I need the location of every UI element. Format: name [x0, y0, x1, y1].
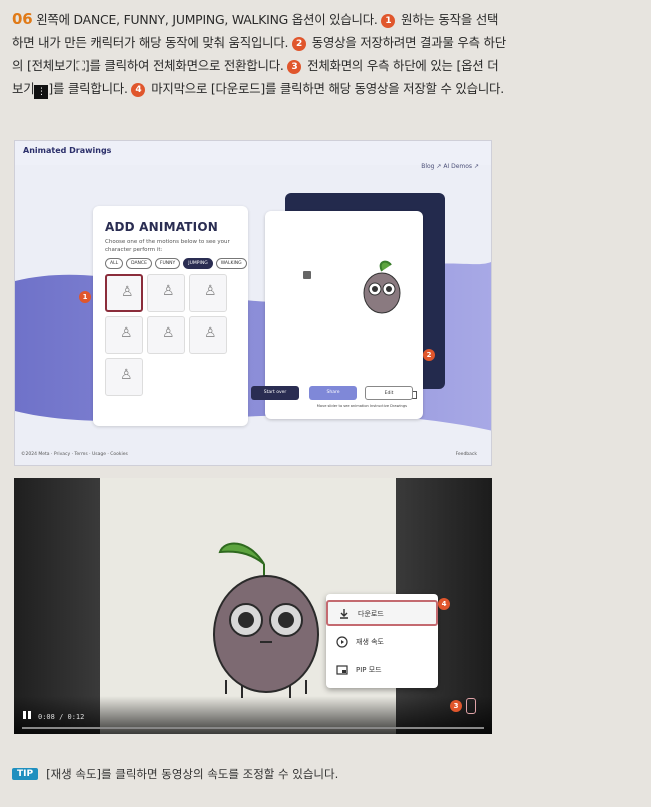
character-drawing: [363, 260, 401, 314]
tip-text: [재생 속도]를 클릭하면 동영상의 속도를 조정할 수 있습니다.: [46, 767, 339, 781]
motion-tile[interactable]: ♙: [189, 274, 227, 312]
motion-tile[interactable]: ♙: [105, 358, 143, 396]
callout-badge-3: 3: [450, 700, 462, 712]
callout-2: 2: [292, 37, 307, 51]
step-number: 06: [12, 10, 33, 28]
menu-item-pip[interactable]: PIP 모드: [326, 658, 438, 684]
card-subtitle: Choose one of the motions below to see y…: [105, 239, 230, 253]
line4-text-a: 보기: [12, 81, 35, 96]
line-1: 06 왼쪽에 DANCE, FUNNY, JUMPING, WALKING 옵션…: [12, 8, 642, 31]
top-nav-links[interactable]: Blog ↗ AI Demos ↗: [421, 163, 479, 170]
playback-speed-icon: [336, 636, 348, 648]
figure-icon: ♙: [120, 367, 133, 383]
motion-tile[interactable]: ♙: [147, 316, 185, 354]
line2-text-b: 동영상을 저장하려면 결과물 우측 하단: [308, 35, 506, 50]
menu-label-pip: PIP 모드: [356, 666, 382, 674]
tip-row: TIP [재생 속도]를 클릭하면 동영상의 속도를 조정할 수 있습니다.: [12, 766, 338, 782]
callout-4: 4: [131, 83, 146, 97]
screenshot-fullscreen-video: 다운로드 재생 속도 PIP 모드 4 0:08 / 0:12 3: [14, 478, 492, 734]
footer-links[interactable]: ©2024 Meta · Privacy · Terms · Usage · C…: [21, 452, 128, 457]
motion-filter-pills: ALL DANCE FUNNY JUMPING WALKING: [105, 258, 247, 269]
callout-1: 1: [381, 14, 396, 28]
callout-badge-4: 4: [438, 598, 450, 610]
line1-text-a: 왼쪽에 DANCE, FUNNY, JUMPING, WALKING 옵션이 있…: [32, 12, 382, 27]
share-button[interactable]: Share: [309, 386, 357, 400]
callout-badge-2: 2: [423, 349, 435, 361]
callout-3: 3: [287, 60, 302, 74]
filter-dance[interactable]: DANCE: [126, 258, 152, 269]
video-progress-track[interactable]: [22, 727, 484, 729]
more-options-button[interactable]: [466, 698, 476, 714]
line4-text-c: 마지막으로 [다운로드]를 클릭하면 해당 동영상을 저장할 수 있습니다.: [147, 81, 504, 96]
motion-tile[interactable]: ♙: [189, 316, 227, 354]
line-3: 의 [전체보기⛶]를 클릭하여 전체화면으로 전환합니다. 3 전체화면의 우측…: [12, 54, 642, 77]
screenshot-add-animation: Animated Drawings Blog ↗ AI Demos ↗ ADD …: [14, 140, 492, 466]
callout-badge-1: 1: [79, 291, 91, 303]
filter-jumping[interactable]: JUMPING: [183, 258, 213, 269]
video-time: 0:08 / 0:12: [38, 713, 85, 721]
filter-funny[interactable]: FUNNY: [154, 258, 181, 269]
figure-icon: ♙: [204, 325, 217, 341]
figure-icon: ♙: [162, 325, 175, 341]
motion-tile[interactable]: ♙: [105, 274, 143, 312]
page-bleed-through: [500, 140, 650, 740]
menu-item-playback-speed[interactable]: 재생 속도: [326, 630, 438, 656]
figure-icon: ♙: [120, 325, 133, 341]
preview-caption: Move slider to see animation Instructive…: [316, 404, 407, 408]
motion-tile-grid: ♙ ♙ ♙ ♙ ♙ ♙ ♙: [105, 274, 227, 396]
start-over-button[interactable]: Start over: [251, 386, 299, 400]
download-icon: [340, 609, 348, 619]
line1-text-b: 원하는 동작을 선택: [397, 12, 499, 27]
line2-text-a: 하면 내가 만든 캐릭터가 해당 동작에 맞춰 움직입니다.: [12, 35, 293, 50]
character-drawing-large: [213, 542, 319, 698]
pause-icon[interactable]: [22, 710, 32, 720]
edit-button[interactable]: Edit: [365, 386, 413, 400]
preview-small-icon: [303, 271, 311, 279]
fullscreen-icon: ⛶: [76, 58, 85, 73]
feedback-link[interactable]: Feedback: [456, 452, 477, 457]
tip-badge: TIP: [12, 768, 39, 780]
motion-tile[interactable]: ♙: [147, 274, 185, 312]
line4-text-b: ]를 클릭합니다.: [48, 81, 132, 96]
motion-tile[interactable]: ♙: [105, 316, 143, 354]
line-2: 하면 내가 만든 캐릭터가 해당 동작에 맞춰 움직입니다. 2 동영상을 저장…: [12, 31, 642, 54]
filter-all[interactable]: ALL: [105, 258, 124, 269]
options-menu: 다운로드 재생 속도 PIP 모드: [326, 594, 438, 688]
menu-label-download: 다운로드: [358, 610, 384, 618]
figure-icon: ♙: [204, 283, 217, 299]
line3-text-a: 의 [전체보기: [12, 58, 77, 73]
add-animation-card: ADD ANIMATION Choose one of the motions …: [93, 206, 248, 426]
line3-text-b: ]를 클릭하여 전체화면으로 전환합니다.: [84, 58, 288, 73]
filter-walking[interactable]: WALKING: [215, 258, 247, 269]
pip-icon: [336, 665, 348, 675]
instruction-paragraph: 06 왼쪽에 DANCE, FUNNY, JUMPING, WALKING 옵션…: [12, 8, 642, 100]
line3-text-c: 전체화면의 우측 하단에 있는 [옵션 더: [303, 58, 499, 73]
menu-item-download[interactable]: 다운로드: [326, 600, 438, 626]
more-options-icon: ⋮: [34, 85, 49, 99]
card-title: ADD ANIMATION: [105, 220, 218, 234]
app-logo[interactable]: Animated Drawings: [23, 146, 111, 155]
line-4: 보기 ⋮]를 클릭합니다. 4 마지막으로 [다운로드]를 클릭하면 해당 동영상…: [12, 77, 642, 100]
menu-label-playback-speed: 재생 속도: [356, 638, 384, 646]
figure-icon: ♙: [121, 284, 134, 300]
figure-icon: ♙: [162, 283, 175, 299]
